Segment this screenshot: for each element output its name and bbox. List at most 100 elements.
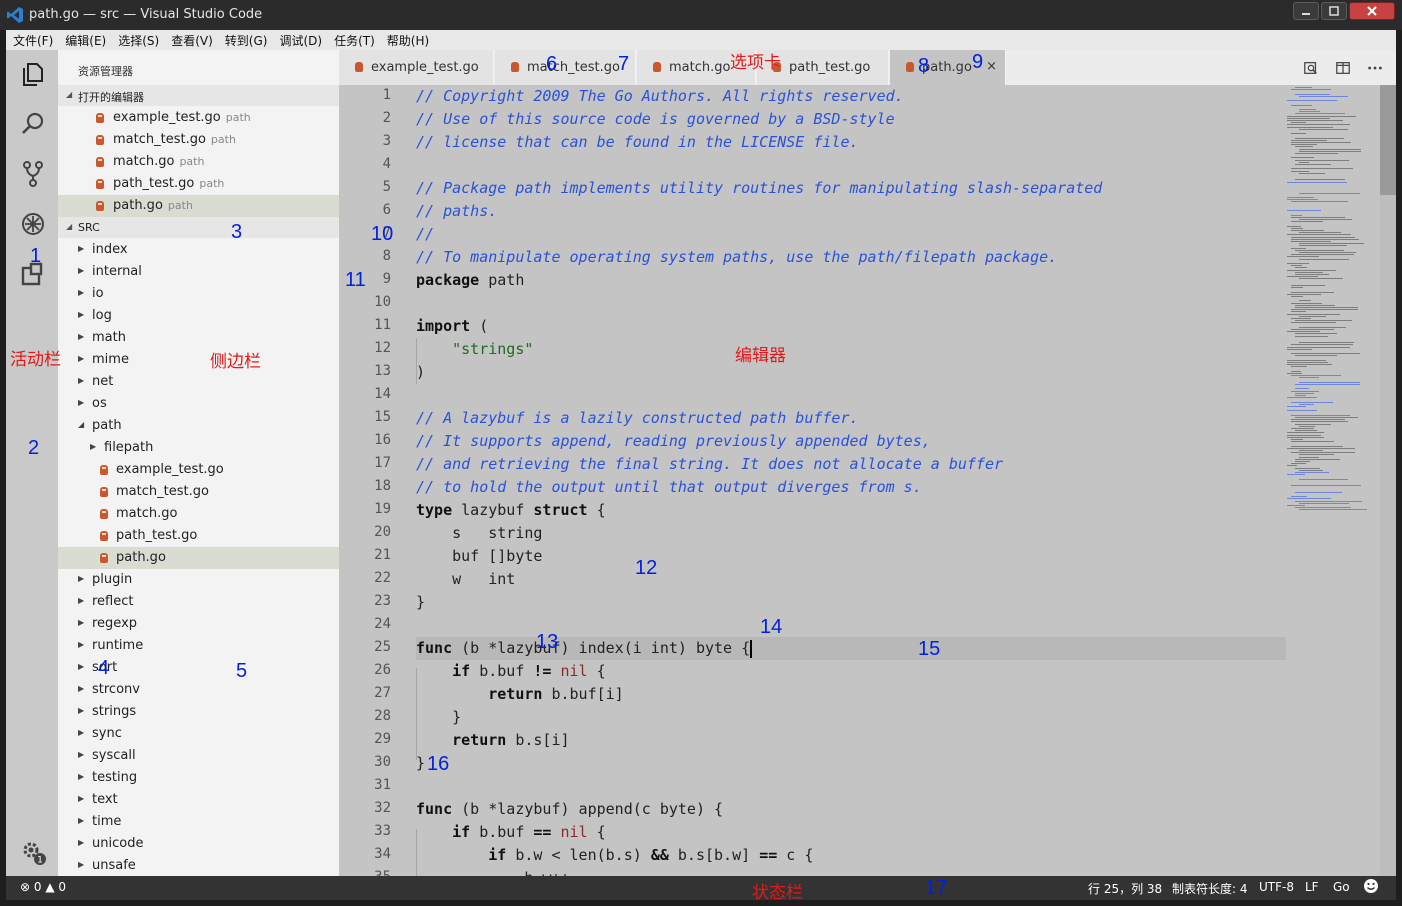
search-activity-button[interactable] — [19, 110, 47, 138]
open-editor-item[interactable]: example_test.go path — [58, 107, 339, 129]
folder-tree-item[interactable]: ▶ time — [58, 811, 339, 833]
menu-item[interactable]: 文件(F) — [13, 32, 53, 49]
code-line[interactable]: type lazybuf struct { — [416, 499, 606, 522]
file-tree-item[interactable]: path.go — [58, 547, 339, 569]
open-editor-item[interactable]: match.go path — [58, 151, 339, 173]
folder-tree-item[interactable]: ▶ syscall — [58, 745, 339, 767]
minimize-button[interactable] — [1293, 2, 1319, 20]
folder-tree-item[interactable]: ▶ math — [58, 327, 339, 349]
editor-scrollbar[interactable] — [1380, 85, 1396, 876]
code-line[interactable]: w int — [416, 568, 515, 591]
code-line[interactable]: // To manipulate operating system paths,… — [416, 246, 1057, 269]
problems-indicator[interactable]: ⊗ 0 ▲ 0 — [20, 880, 66, 894]
code-line[interactable]: if b.w < len(b.s) && b.s[b.w] == c { — [416, 844, 813, 867]
code-line[interactable]: import ( — [416, 315, 488, 338]
code-line[interactable]: // Copyright 2009 The Go Authors. All ri… — [416, 85, 904, 108]
code-line[interactable]: s string — [416, 522, 542, 545]
code-line[interactable]: b.w++ — [416, 867, 569, 876]
explorer-activity-button[interactable] — [19, 60, 47, 88]
file-tree-item[interactable]: match_test.go — [58, 481, 339, 503]
menu-item[interactable]: 查看(V) — [171, 32, 213, 49]
close-window-button[interactable] — [1349, 2, 1395, 20]
code-line[interactable]: // Use of this source code is governed b… — [416, 108, 895, 131]
scrollbar-thumb[interactable] — [1380, 85, 1396, 195]
menu-item[interactable]: 任务(T) — [334, 32, 375, 49]
code-line[interactable]: // A lazybuf is a lazily constructed pat… — [416, 407, 859, 430]
language-indicator[interactable]: Go — [1333, 880, 1350, 894]
code-line[interactable]: // Package path implements utility routi… — [416, 177, 1102, 200]
code-line[interactable]: } — [416, 591, 425, 614]
manage-activity-button[interactable]: 1 — [19, 838, 47, 866]
folder-tree-item[interactable]: ▶ mime — [58, 349, 339, 371]
folder-tree-item[interactable]: ▶ runtime — [58, 635, 339, 657]
folder-tree-item[interactable]: ◢ path — [58, 415, 339, 437]
folder-tree-item[interactable]: ▶ os — [58, 393, 339, 415]
folder-tree-item[interactable]: ▶ unsafe — [58, 855, 339, 876]
menu-item[interactable]: 帮助(H) — [387, 32, 429, 49]
code-line[interactable]: return b.s[i] — [416, 729, 569, 752]
file-tree-item[interactable]: example_test.go — [58, 459, 339, 481]
folder-tree-item[interactable]: ▶ strconv — [58, 679, 339, 701]
debug-activity-button[interactable] — [19, 210, 47, 238]
code-line[interactable]: // It supports append, reading previousl… — [416, 430, 931, 453]
code-line[interactable]: } — [416, 752, 425, 775]
folder-tree-item[interactable]: ▶ text — [58, 789, 339, 811]
code-line[interactable]: } — [416, 706, 461, 729]
code-line[interactable]: func (b *lazybuf) append(c byte) { — [416, 798, 723, 821]
folder-tree-item[interactable]: ▶ regexp — [58, 613, 339, 635]
minimap[interactable] — [1285, 85, 1375, 515]
folder-header[interactable]: ◢ SRC — [58, 217, 339, 238]
folder-tree-item[interactable]: ▶ reflect — [58, 591, 339, 613]
code-line[interactable]: // paths. — [416, 200, 497, 223]
folder-tree-item[interactable]: ▶ plugin — [58, 569, 339, 591]
open-changes-button[interactable] — [1302, 59, 1320, 77]
menu-item[interactable]: 编辑(E) — [65, 32, 106, 49]
folder-tree-item[interactable]: ▶ testing — [58, 767, 339, 789]
code-line[interactable]: ) — [416, 361, 425, 384]
code-line[interactable]: return b.buf[i] — [416, 683, 623, 706]
code-line[interactable]: // — [416, 223, 434, 246]
open-editor-item[interactable]: path_test.go path — [58, 173, 339, 195]
more-actions-button[interactable] — [1366, 59, 1384, 77]
activity-bar: 1 — [6, 50, 58, 876]
folder-tree-item[interactable]: ▶ unicode — [58, 833, 339, 855]
code-line[interactable]: if b.buf != nil { — [416, 660, 606, 683]
eol-indicator[interactable]: LF — [1305, 880, 1319, 894]
code-line[interactable]: buf []byte — [416, 545, 542, 568]
editor-tab[interactable]: match_test.go — [495, 50, 636, 85]
editor-tab[interactable]: path.go × — [890, 50, 1006, 85]
maximize-button[interactable] — [1321, 2, 1347, 20]
code-line[interactable]: if b.buf == nil { — [416, 821, 606, 844]
folder-tree-item[interactable]: ▶ internal — [58, 261, 339, 283]
menu-item[interactable]: 调试(D) — [279, 32, 322, 49]
feedback-button[interactable] — [1363, 878, 1379, 897]
open-editors-header[interactable]: ◢ 打开的编辑器 — [58, 85, 339, 106]
source-control-activity-button[interactable] — [19, 160, 47, 188]
open-editor-item[interactable]: path.go path — [58, 195, 339, 217]
folder-tree-item[interactable]: ▶ strings — [58, 701, 339, 723]
code-line[interactable]: package path — [416, 269, 524, 292]
open-editor-item[interactable]: match_test.go path — [58, 129, 339, 151]
split-editor-button[interactable] — [1334, 59, 1352, 77]
folder-tree-item[interactable]: ▶ index — [58, 239, 339, 261]
folder-tree-item[interactable]: ▶ net — [58, 371, 339, 393]
code-line[interactable]: "strings" — [416, 338, 533, 361]
folder-tree-item[interactable]: ▶ io — [58, 283, 339, 305]
code-line[interactable]: // to hold the output until that output … — [416, 476, 922, 499]
file-tree-item[interactable]: match.go — [58, 503, 339, 525]
menu-item[interactable]: 选择(S) — [118, 32, 159, 49]
cursor-position[interactable]: 行 25，列 38 — [1088, 880, 1162, 897]
encoding-indicator[interactable]: UTF-8 — [1259, 880, 1294, 894]
code-editor[interactable]: 1 2 3 4 5 6 7 8 9 10 11 12 13 14 15 16 17 18 19 20 21 22 23 24 2… — [339, 85, 1396, 876]
code-area[interactable]: // Copyright 2009 The Go Authors. All ri… — [416, 85, 1286, 876]
code-line[interactable]: // and retrieving the final string. It d… — [416, 453, 1003, 476]
folder-tree-item[interactable]: ▶ filepath — [58, 437, 339, 459]
file-tree-item[interactable]: path_test.go — [58, 525, 339, 547]
folder-tree-item[interactable]: ▶ log — [58, 305, 339, 327]
tab-close-icon[interactable]: × — [986, 59, 997, 74]
folder-tree-item[interactable]: ▶ sync — [58, 723, 339, 745]
tab-size-indicator[interactable]: 制表符长度: 4 — [1172, 880, 1248, 897]
editor-tab[interactable]: example_test.go — [339, 50, 494, 85]
code-line[interactable]: // license that can be found in the LICE… — [416, 131, 859, 154]
menu-item[interactable]: 转到(G) — [225, 32, 268, 49]
